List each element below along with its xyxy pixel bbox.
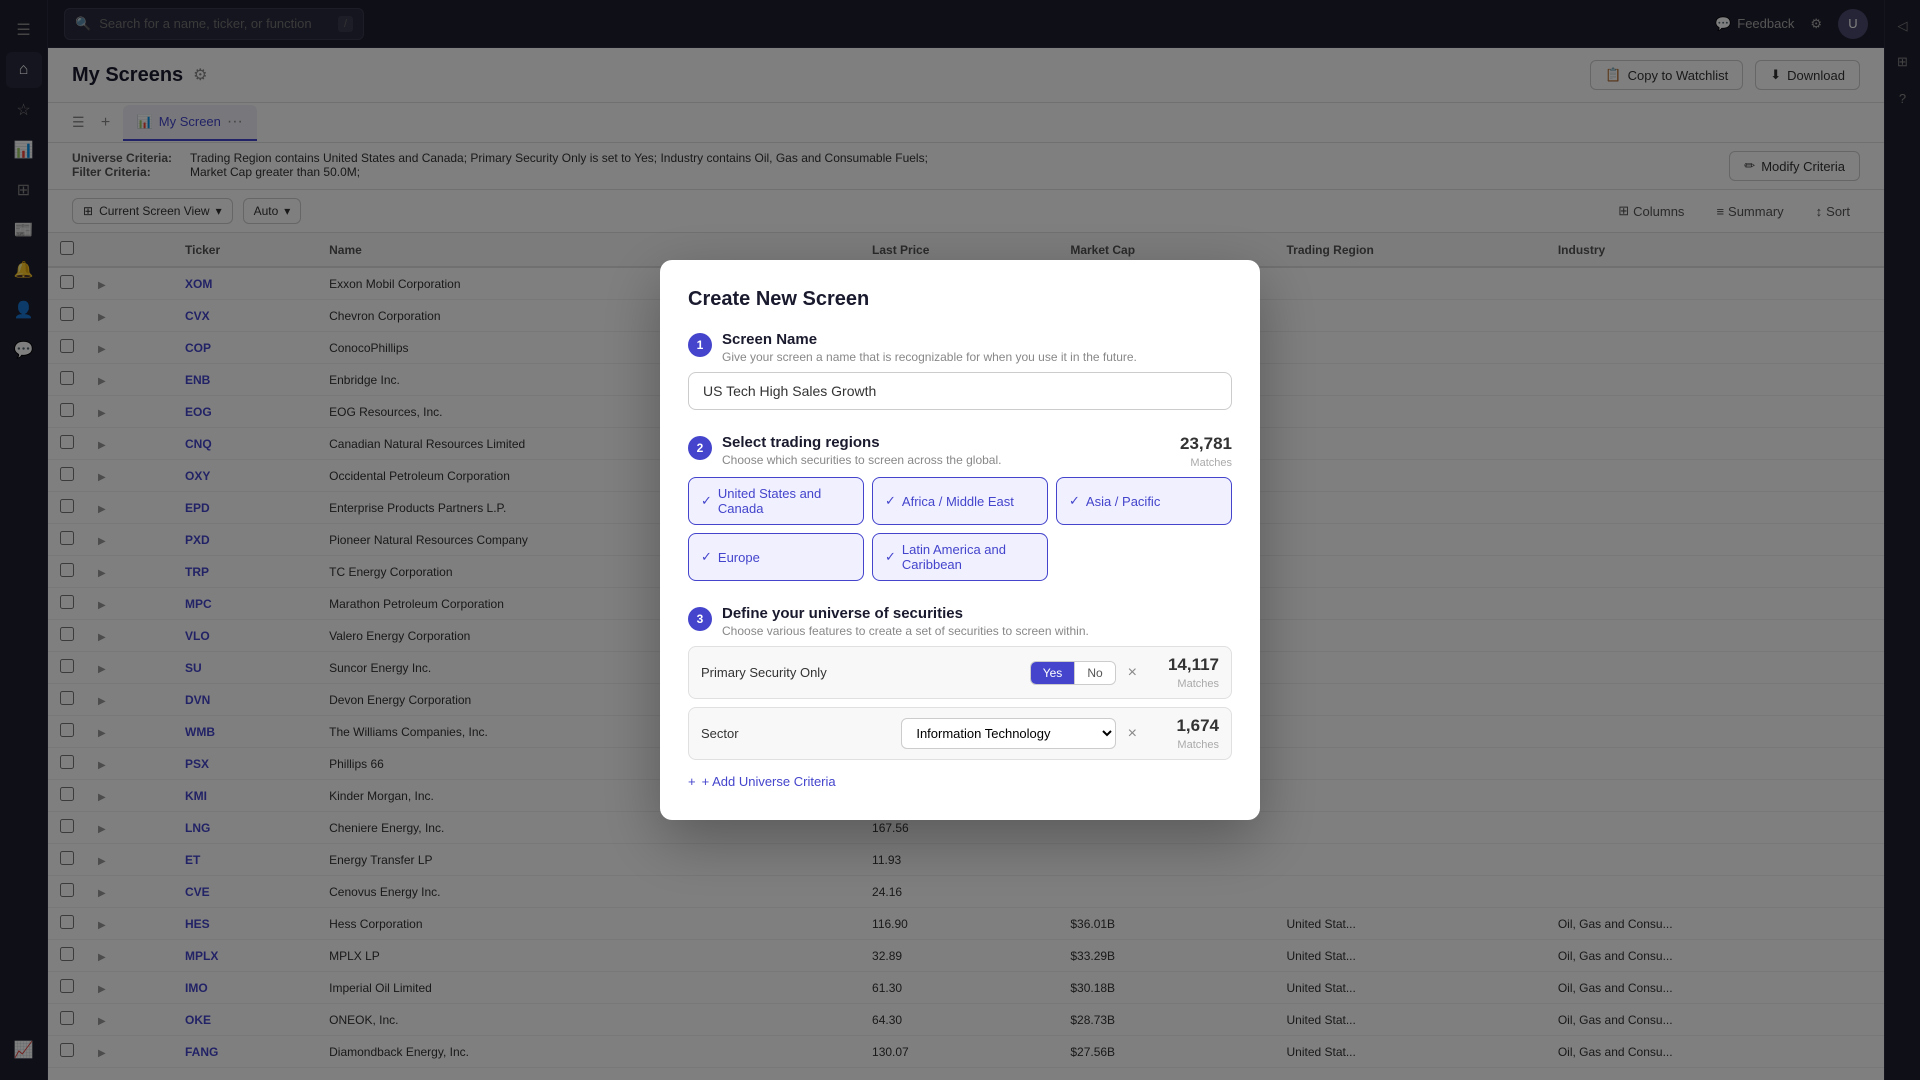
region-check-icon-2: ✓	[885, 493, 896, 509]
region-us-canada[interactable]: ✓ United States and Canada	[688, 477, 864, 525]
step3-title: Define your universe of securities	[722, 605, 1232, 622]
region-grid: ✓ United States and Canada ✓ Africa / Mi…	[688, 477, 1232, 581]
sector-select[interactable]: Information Technology	[901, 718, 1115, 749]
plus-icon: +	[688, 774, 696, 789]
step-trading-regions: 2 Select trading regions Choose which se…	[688, 434, 1232, 581]
region-asia-pacific[interactable]: ✓ Asia / Pacific	[1056, 477, 1232, 525]
primary-security-row: Primary Security Only Yes No × 14,117 Ma…	[688, 646, 1232, 699]
trading-regions-matches-label: Matches	[1190, 457, 1232, 469]
region-check-icon: ✓	[701, 493, 712, 509]
step2-badge: 2	[688, 436, 712, 460]
step4-title: Filter results by the following criteria	[722, 819, 1096, 820]
modal-title: Create New Screen	[688, 288, 1232, 311]
screen-name-input[interactable]	[688, 372, 1232, 410]
step1-badge: 1	[688, 333, 712, 357]
sector-row: Sector Information Technology × 1,674 Ma…	[688, 707, 1232, 760]
create-screen-modal: Create New Screen 1 Screen Name Give you…	[660, 260, 1260, 820]
primary-security-label: Primary Security Only	[701, 665, 1022, 680]
step3-badge: 3	[688, 607, 712, 631]
step4-header: 4 Filter results by the following criter…	[688, 819, 1232, 820]
step-universe: 3 Define your universe of securities Cho…	[688, 605, 1232, 795]
modal-overlay: Create New Screen 1 Screen Name Give you…	[0, 0, 1920, 1080]
add-universe-criteria-button[interactable]: + + Add Universe Criteria	[688, 768, 836, 795]
region-check-icon-3: ✓	[1069, 493, 1080, 509]
region-latin-america[interactable]: ✓ Latin America and Caribbean	[872, 533, 1048, 581]
step-filter: 4 Filter results by the following criter…	[688, 819, 1232, 820]
sector-remove-button[interactable]: ×	[1124, 726, 1141, 742]
step1-title: Screen Name	[722, 331, 1137, 348]
sector-matches: 1,674 Matches	[1149, 716, 1219, 751]
region-check-icon-4: ✓	[701, 549, 712, 565]
region-europe[interactable]: ✓ Europe	[688, 533, 864, 581]
step2-desc: Choose which securities to screen across…	[722, 453, 1152, 467]
region-check-icon-5: ✓	[885, 549, 896, 565]
sector-matches-label: Matches	[1177, 739, 1219, 751]
yes-button[interactable]: Yes	[1031, 662, 1075, 684]
trading-regions-matches: 23,781 Matches	[1162, 434, 1232, 469]
trading-regions-matches-num: 23,781	[1162, 434, 1232, 454]
primary-security-matches-label: Matches	[1177, 678, 1219, 690]
sector-label: Sector	[701, 726, 893, 741]
step2-header: 2 Select trading regions Choose which se…	[688, 434, 1232, 469]
primary-security-matches-num: 14,117	[1149, 655, 1219, 675]
step-screen-name: 1 Screen Name Give your screen a name th…	[688, 331, 1232, 410]
step1-header: 1 Screen Name Give your screen a name th…	[688, 331, 1232, 364]
step3-header: 3 Define your universe of securities Cho…	[688, 605, 1232, 638]
step3-desc: Choose various features to create a set …	[722, 624, 1232, 638]
yes-no-group: Yes No	[1030, 661, 1116, 685]
step1-desc: Give your screen a name that is recogniz…	[722, 350, 1137, 364]
primary-security-remove-button[interactable]: ×	[1124, 665, 1141, 681]
step2-title: Select trading regions	[722, 434, 1152, 451]
sector-matches-num: 1,674	[1149, 716, 1219, 736]
no-button[interactable]: No	[1074, 662, 1114, 684]
primary-security-matches: 14,117 Matches	[1149, 655, 1219, 690]
region-africa-me[interactable]: ✓ Africa / Middle East	[872, 477, 1048, 525]
